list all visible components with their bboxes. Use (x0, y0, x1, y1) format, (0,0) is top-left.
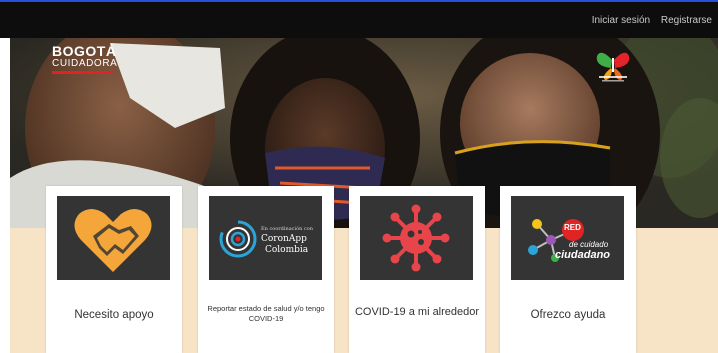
logo-line-2: CUIDADORA (52, 58, 118, 69)
network-caption-2: ciudadano (555, 249, 611, 261)
network-icon (528, 219, 584, 262)
virus-icon (382, 204, 450, 272)
card-reportar-estado[interactable]: En coordinación con CoronApp Colombia Re… (198, 186, 334, 353)
register-link[interactable]: Registrarse (661, 15, 712, 26)
network-caption-1: de cuidado (569, 240, 609, 249)
card-image (57, 196, 170, 280)
card-necesito-apoyo[interactable]: Necesito apoyo (46, 186, 182, 353)
top-accent-line (0, 0, 718, 2)
coronapp-name: CoronApp (261, 234, 307, 244)
card-image: En coordinación con CoronApp Colombia (209, 196, 322, 280)
card-label: Necesito apoyo (74, 309, 154, 321)
logo-line-1: BOGOTÁ (52, 43, 117, 59)
logo-underline (52, 71, 114, 74)
gobierno-abierto-logo (593, 46, 633, 84)
card-label: Ofrezco ayuda (530, 309, 606, 321)
card-image: RED de cuidado ciudadano (511, 196, 624, 280)
butterfly-icon (596, 52, 630, 82)
top-bar: Iniciar sesión Registrarse (0, 0, 718, 38)
auth-links: Iniciar sesión Registrarse (584, 15, 712, 26)
heart-handshake-icon (74, 209, 152, 272)
login-link[interactable]: Iniciar sesión (592, 15, 650, 26)
card-label: Reportar estado de salud y/o tengo COVID… (207, 304, 325, 323)
card-ofrezco-ayuda[interactable]: RED de cuidado ciudadano Ofrezco ayuda (500, 186, 636, 353)
card-image (360, 196, 473, 280)
red-badge-text: RED (564, 223, 581, 232)
coronapp-caption: En coordinación con (261, 226, 313, 232)
card-covid-alrededor[interactable]: COVID-19 a mi alrededor (349, 186, 485, 353)
card-label: COVID-19 a mi alrededor (354, 306, 480, 318)
coronapp-country: Colombia (265, 245, 309, 255)
bogota-cuidadora-logo[interactable]: BOGOTÁ CUIDADORA (52, 44, 117, 74)
